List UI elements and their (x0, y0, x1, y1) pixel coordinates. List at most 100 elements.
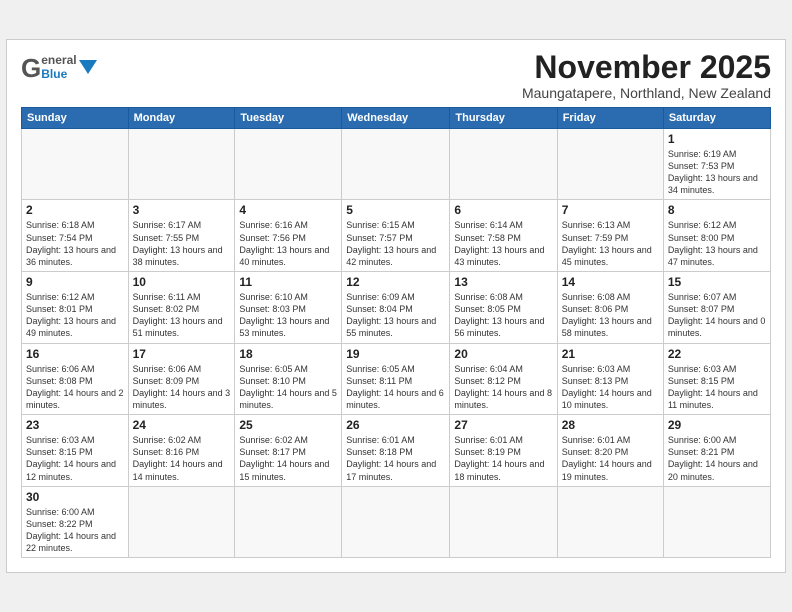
title-section: November 2025 Maungatapere, Northland, N… (522, 50, 771, 101)
logo-blue: Blue (41, 68, 76, 81)
day-content: Sunrise: 6:03 AM Sunset: 8:15 PM Dayligh… (26, 434, 124, 483)
day-number: 25 (239, 418, 337, 432)
header-row: SundayMondayTuesdayWednesdayThursdayFrid… (22, 107, 771, 128)
day-cell: 7Sunrise: 6:13 AM Sunset: 7:59 PM Daylig… (557, 200, 663, 272)
week-row-4: 16 Sunrise: 6:06 AM Sunset: 8:08 PM Dayli… (22, 343, 771, 415)
day-number: 6 (454, 203, 552, 217)
day-cell: 2Sunrise: 6:18 AM Sunset: 7:54 PM Daylig… (22, 200, 129, 272)
week-row-6: 30Sunrise: 6:00 AM Sunset: 8:22 PM Dayli… (22, 486, 771, 558)
day-cell: 20 Sunrise: 6:04 AM Sunset: 8:12 PM Dayli… (450, 343, 557, 415)
day-number: 4 (239, 203, 337, 217)
day-content: Sunrise: 6:14 AM Sunset: 7:58 PM Dayligh… (454, 219, 552, 268)
logo-general: eneral (41, 54, 76, 67)
day-number: 23 (26, 418, 124, 432)
day-content: Sunrise: 6:01 AM Sunset: 8:19 PM Dayligh… (454, 434, 552, 483)
day-number: 1 (668, 132, 766, 146)
day-content: Sunrise: 6:10 AM Sunset: 8:03 PM Dayligh… (239, 291, 337, 340)
day-number: 16 (26, 347, 124, 361)
day-number: 20 (454, 347, 552, 361)
header-day-sunday: Sunday (22, 107, 129, 128)
day-content: Sunrise: 6:12 AM Sunset: 8:01 PM Dayligh… (26, 291, 124, 340)
month-title: November 2025 (522, 50, 771, 85)
day-number: 29 (668, 418, 766, 432)
day-number: 15 (668, 275, 766, 289)
day-number: 13 (454, 275, 552, 289)
day-content: Sunrise: 6:19 AM Sunset: 7:53 PM Dayligh… (668, 148, 766, 197)
day-cell: 19Sunrise: 6:05 AM Sunset: 8:11 PM Dayli… (342, 343, 450, 415)
week-row-3: 9Sunrise: 6:12 AM Sunset: 8:01 PM Daylig… (22, 272, 771, 344)
day-cell: 9Sunrise: 6:12 AM Sunset: 8:01 PM Daylig… (22, 272, 129, 344)
day-number: 3 (133, 203, 231, 217)
day-cell (557, 128, 663, 200)
day-cell: 24Sunrise: 6:02 AM Sunset: 8:16 PM Dayli… (128, 415, 235, 487)
day-content: Sunrise: 6:00 AM Sunset: 8:21 PM Dayligh… (668, 434, 766, 483)
day-cell: 22Sunrise: 6:03 AM Sunset: 8:15 PM Dayli… (663, 343, 770, 415)
day-content: Sunrise: 6:06 AM Sunset: 8:09 PM Dayligh… (133, 363, 231, 412)
day-cell: 6 Sunrise: 6:14 AM Sunset: 7:58 PM Daylig… (450, 200, 557, 272)
day-content: Sunrise: 6:04 AM Sunset: 8:12 PM Dayligh… (454, 363, 552, 412)
day-number: 11 (239, 275, 337, 289)
day-content: Sunrise: 6:15 AM Sunset: 7:57 PM Dayligh… (346, 219, 445, 268)
day-cell: 15 Sunrise: 6:07 AM Sunset: 8:07 PM Dayli… (663, 272, 770, 344)
logo-triangle-icon (79, 60, 97, 74)
header-day-wednesday: Wednesday (342, 107, 450, 128)
day-content: Sunrise: 6:06 AM Sunset: 8:08 PM Dayligh… (26, 363, 124, 412)
day-number: 12 (346, 275, 445, 289)
day-number: 7 (562, 203, 659, 217)
day-content: Sunrise: 6:09 AM Sunset: 8:04 PM Dayligh… (346, 291, 445, 340)
day-cell: 17Sunrise: 6:06 AM Sunset: 8:09 PM Dayli… (128, 343, 235, 415)
day-content: Sunrise: 6:12 AM Sunset: 8:00 PM Dayligh… (668, 219, 766, 268)
day-content: Sunrise: 6:11 AM Sunset: 8:02 PM Dayligh… (133, 291, 231, 340)
calendar-container: G eneral Blue November 2025 Maungatapere… (6, 39, 786, 574)
day-number: 27 (454, 418, 552, 432)
day-content: Sunrise: 6:01 AM Sunset: 8:18 PM Dayligh… (346, 434, 445, 483)
day-content: Sunrise: 6:00 AM Sunset: 8:22 PM Dayligh… (26, 506, 124, 555)
day-cell (450, 128, 557, 200)
logo-area: G eneral Blue (21, 50, 97, 81)
day-cell: 8 Sunrise: 6:12 AM Sunset: 8:00 PM Daylig… (663, 200, 770, 272)
header-day-thursday: Thursday (450, 107, 557, 128)
header-day-saturday: Saturday (663, 107, 770, 128)
week-row-5: 23 Sunrise: 6:03 AM Sunset: 8:15 PM Dayli… (22, 415, 771, 487)
day-cell: 29 Sunrise: 6:00 AM Sunset: 8:21 PM Dayli… (663, 415, 770, 487)
day-cell: 21Sunrise: 6:03 AM Sunset: 8:13 PM Dayli… (557, 343, 663, 415)
day-cell: 1 Sunrise: 6:19 AM Sunset: 7:53 PM Daylig… (663, 128, 770, 200)
day-content: Sunrise: 6:02 AM Sunset: 8:17 PM Dayligh… (239, 434, 337, 483)
header-day-tuesday: Tuesday (235, 107, 342, 128)
day-cell: 27 Sunrise: 6:01 AM Sunset: 8:19 PM Dayli… (450, 415, 557, 487)
day-content: Sunrise: 6:01 AM Sunset: 8:20 PM Dayligh… (562, 434, 659, 483)
week-row-2: 2Sunrise: 6:18 AM Sunset: 7:54 PM Daylig… (22, 200, 771, 272)
day-cell: 10 Sunrise: 6:11 AM Sunset: 8:02 PM Dayli… (128, 272, 235, 344)
header-section: G eneral Blue November 2025 Maungatapere… (21, 50, 771, 101)
day-cell (235, 128, 342, 200)
day-cell: 28Sunrise: 6:01 AM Sunset: 8:20 PM Dayli… (557, 415, 663, 487)
day-number: 8 (668, 203, 766, 217)
day-cell: 30Sunrise: 6:00 AM Sunset: 8:22 PM Dayli… (22, 486, 129, 558)
day-cell: 12 Sunrise: 6:09 AM Sunset: 8:04 PM Dayli… (342, 272, 450, 344)
calendar-table: SundayMondayTuesdayWednesdayThursdayFrid… (21, 107, 771, 558)
day-cell: 3Sunrise: 6:17 AM Sunset: 7:55 PM Daylig… (128, 200, 235, 272)
header-day-monday: Monday (128, 107, 235, 128)
day-number: 19 (346, 347, 445, 361)
day-cell (235, 486, 342, 558)
logo-g: G (21, 55, 41, 81)
day-content: Sunrise: 6:05 AM Sunset: 8:10 PM Dayligh… (239, 363, 337, 412)
day-cell: 13Sunrise: 6:08 AM Sunset: 8:05 PM Dayli… (450, 272, 557, 344)
day-cell (342, 486, 450, 558)
day-content: Sunrise: 6:08 AM Sunset: 8:06 PM Dayligh… (562, 291, 659, 340)
day-number: 14 (562, 275, 659, 289)
day-number: 10 (133, 275, 231, 289)
day-cell (128, 486, 235, 558)
week-row-1: 1 Sunrise: 6:19 AM Sunset: 7:53 PM Daylig… (22, 128, 771, 200)
day-content: Sunrise: 6:02 AM Sunset: 8:16 PM Dayligh… (133, 434, 231, 483)
day-number: 26 (346, 418, 445, 432)
day-cell (22, 128, 129, 200)
day-number: 5 (346, 203, 445, 217)
day-cell: 16 Sunrise: 6:06 AM Sunset: 8:08 PM Dayli… (22, 343, 129, 415)
day-number: 18 (239, 347, 337, 361)
day-number: 21 (562, 347, 659, 361)
subtitle: Maungatapere, Northland, New Zealand (522, 85, 771, 101)
day-content: Sunrise: 6:03 AM Sunset: 8:15 PM Dayligh… (668, 363, 766, 412)
day-cell (342, 128, 450, 200)
day-content: Sunrise: 6:07 AM Sunset: 8:07 PM Dayligh… (668, 291, 766, 340)
